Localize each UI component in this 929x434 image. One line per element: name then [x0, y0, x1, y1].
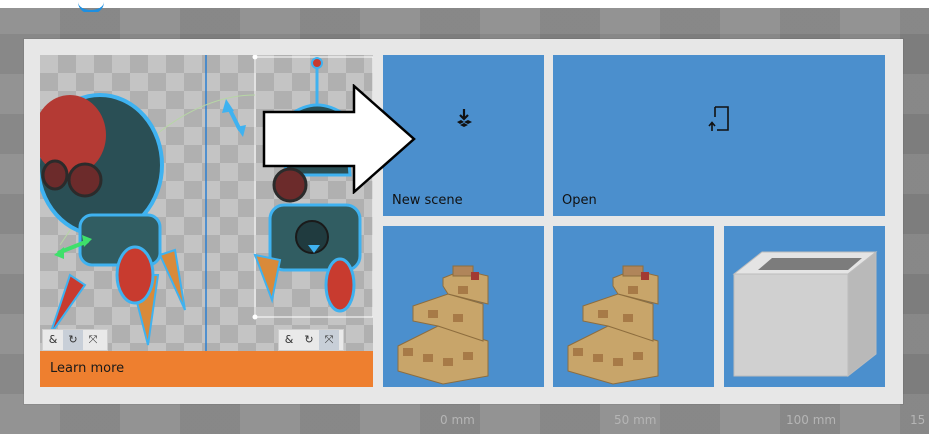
move-tool-icon: &	[48, 333, 58, 346]
ruler-label-150: 15	[910, 413, 926, 427]
open-label: Open	[562, 193, 597, 208]
ruler-label-100: 100 mm	[786, 413, 837, 427]
scale-tool-icon: ⤧	[88, 333, 98, 346]
castle-thumbnail-icon	[567, 265, 659, 385]
open-file-icon	[708, 106, 729, 132]
app-window: 0 mm 50 mm 100 mm 15 & ↻ ⤧ & ↻ ⤧ Learn m…	[0, 0, 929, 434]
learn-more-banner[interactable]: Learn more	[40, 351, 373, 387]
move-tool-icon: &	[284, 333, 294, 346]
rotate-tool-icon: ↻	[63, 330, 83, 350]
rotate-tool-icon: ↻	[304, 333, 314, 346]
new-scene-label: New scene	[392, 193, 463, 208]
box-thumbnail-icon	[732, 250, 878, 378]
promo-toolbar-right: & ↻ ⤧	[278, 329, 344, 351]
new-scene-icon	[456, 109, 472, 128]
top-strip	[0, 0, 929, 8]
ruler-label-0: 0 mm	[440, 413, 475, 427]
promo-toolbar-left: & ↻ ⤧	[42, 329, 108, 351]
learn-more-label: Learn more	[50, 361, 125, 376]
viewport-gizmo-accent	[76, 0, 106, 12]
open-tile[interactable]: Open	[553, 55, 885, 216]
welcome-dialog: & ↻ ⤧ & ↻ ⤧ Learn more New scene Open	[24, 39, 903, 404]
sample-castle-2-tile[interactable]	[553, 226, 714, 387]
ruler-label-50: 50 mm	[614, 413, 657, 427]
sample-castle-1-tile[interactable]	[383, 226, 544, 387]
scale-tool-icon: ⤧	[319, 330, 339, 350]
sample-box-tile[interactable]	[724, 226, 885, 387]
tutorial-arrow-icon	[262, 84, 416, 194]
castle-thumbnail-icon	[397, 265, 489, 385]
